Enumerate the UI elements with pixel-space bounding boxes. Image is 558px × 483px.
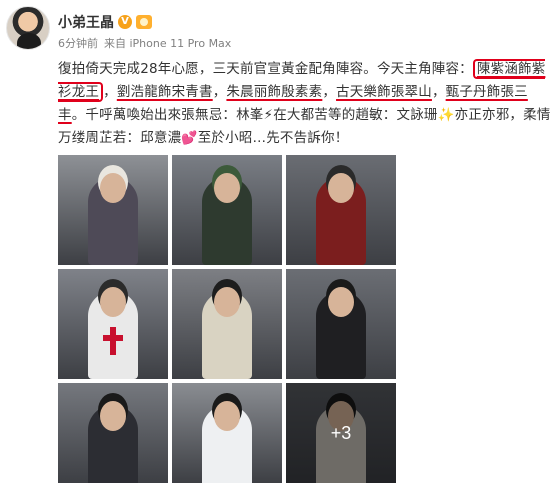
photo-thumbnail[interactable] bbox=[58, 155, 168, 265]
figure-head bbox=[100, 401, 126, 431]
post-time[interactable]: 6分钟前 bbox=[58, 35, 98, 51]
separator: ， bbox=[431, 84, 446, 100]
figure-head bbox=[214, 287, 240, 317]
post-text: 復拍倚天完成28年心愿，三天前官宣黃金配角陣容。今天主角陣容： 陳紫涵飾紫衫龙王，… bbox=[58, 58, 553, 150]
figure-head bbox=[214, 173, 240, 203]
lightning-emoji-icon: ⚡ bbox=[263, 107, 274, 123]
highlight-cast-2: 劉浩龍飾宋青書 bbox=[116, 84, 213, 100]
figure-head bbox=[100, 287, 126, 317]
post-source: 来自 iPhone 11 Pro Max bbox=[104, 37, 232, 50]
photo-thumbnail[interactable] bbox=[58, 269, 168, 379]
avatar[interactable] bbox=[6, 6, 50, 50]
user-name[interactable]: 小弟王晶 bbox=[58, 12, 114, 32]
image-grid: +3 bbox=[58, 155, 396, 483]
photo-thumbnail[interactable] bbox=[286, 155, 396, 265]
more-photos-count[interactable]: +3 bbox=[286, 383, 396, 483]
photo-thumbnail[interactable] bbox=[172, 269, 282, 379]
verified-badge-icon: V bbox=[118, 15, 132, 29]
highlight-cast-3: 朱晨丽飾殷素素 bbox=[226, 84, 323, 100]
figure-head bbox=[214, 401, 240, 431]
red-cross-icon bbox=[103, 327, 123, 355]
text-part: 至於小昭…先不告訴你！ bbox=[197, 130, 349, 146]
text-part: 在大都苦等的趙敏：文詠珊 bbox=[273, 107, 438, 123]
photo-thumbnail[interactable] bbox=[286, 269, 396, 379]
heart-emoji-icon: 💕 bbox=[181, 131, 198, 146]
sparkle-emoji-icon: ✨ bbox=[437, 107, 455, 123]
separator: ， bbox=[212, 84, 227, 100]
post-meta: 6分钟前 来自 iPhone 11 Pro Max bbox=[58, 35, 231, 51]
separator: ， bbox=[103, 84, 117, 100]
vip-icon bbox=[136, 15, 152, 29]
text-part: 。千呼萬喚始出來張無忌：林峯 bbox=[71, 107, 264, 123]
photo-thumbnail[interactable]: +3 bbox=[286, 383, 396, 483]
photo-thumbnail[interactable] bbox=[58, 383, 168, 483]
text-part: 復拍倚天完成28年心愿，三天前官宣黃金配角陣容。今天主角陣容： bbox=[58, 61, 473, 77]
author-row: 小弟王晶 V bbox=[58, 11, 152, 33]
figure-head bbox=[100, 173, 126, 203]
photo-thumbnail[interactable] bbox=[172, 383, 282, 483]
figure-head bbox=[328, 287, 354, 317]
figure-head bbox=[328, 173, 354, 203]
photo-thumbnail[interactable] bbox=[172, 155, 282, 265]
separator: ， bbox=[322, 84, 337, 100]
highlight-cast-4: 古天樂飾張翠山 bbox=[336, 84, 432, 100]
